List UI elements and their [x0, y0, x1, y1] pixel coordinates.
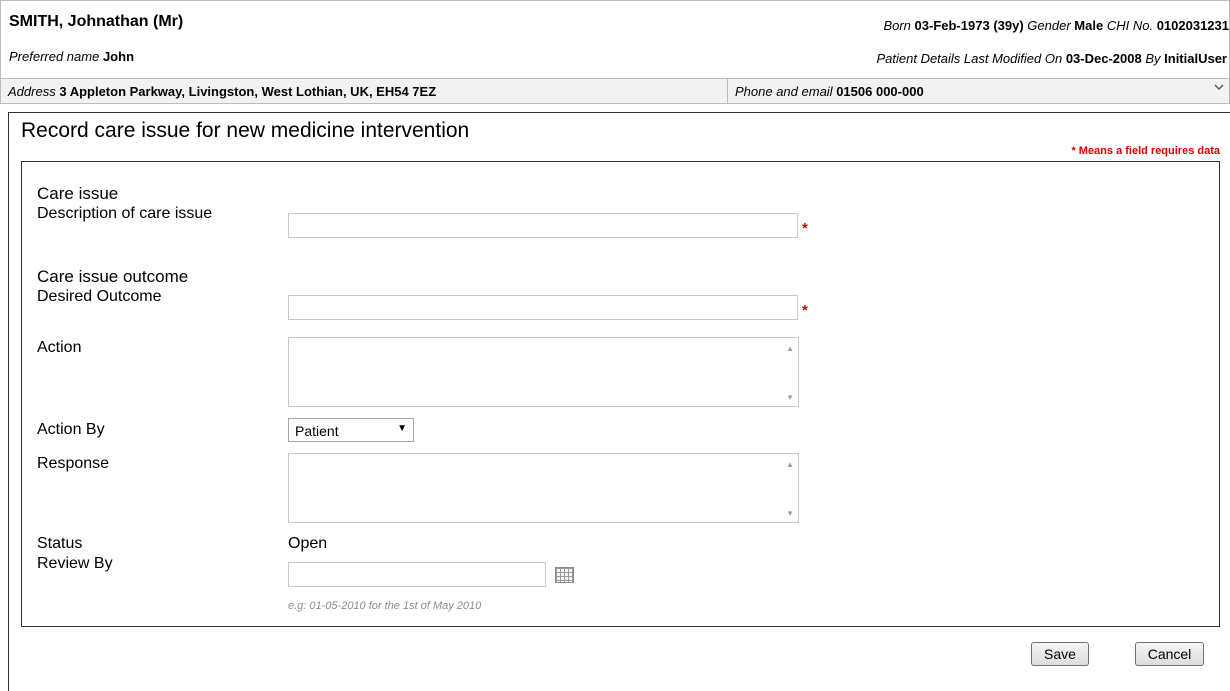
gender-label: Gender [1027, 18, 1071, 33]
description-input[interactable] [288, 213, 798, 238]
page-title: Record care issue for new medicine inter… [21, 119, 470, 142]
dropdown-arrow-icon: ▼ [397, 423, 407, 434]
chi-value: 0102031231 [1156, 18, 1229, 33]
desired-outcome-required-star: * [802, 302, 808, 319]
care-issue-form: Care issue Description of care issue * C… [21, 161, 1220, 627]
modified-by-value: InitialUser [1164, 51, 1227, 66]
address-divider [727, 79, 728, 103]
date-format-hint: e.g: 01-05-2010 for the 1st of May 2010 [288, 600, 482, 612]
modified-on-value: 03-Dec-2008 [1065, 51, 1142, 66]
action-label: Action [37, 339, 82, 356]
gender-value: Male [1074, 18, 1104, 33]
scroll-down-icon[interactable]: ▼ [786, 509, 794, 518]
phone-value: 01506 000-000 [836, 84, 924, 99]
review-by-input[interactable] [288, 562, 546, 587]
action-by-select[interactable]: Patient ▼ [288, 418, 414, 442]
care-issue-panel: Record care issue for new medicine inter… [8, 112, 1230, 691]
born-value: 03-Feb-1973 [914, 18, 990, 33]
calendar-icon[interactable] [555, 567, 574, 583]
preferred-name-value: John [102, 49, 135, 64]
modified-by-label: By [1145, 51, 1161, 66]
response-label: Response [37, 455, 110, 472]
desired-outcome-label: Desired Outcome [37, 288, 162, 305]
scroll-down-icon[interactable]: ▼ [786, 393, 794, 402]
chi-label: CHI No. [1106, 18, 1154, 33]
modified-label: Patient Details Last Modified On [876, 51, 1063, 66]
scroll-up-icon[interactable]: ▲ [786, 344, 794, 353]
address-label: Address [8, 84, 56, 99]
cancel-button[interactable]: Cancel [1135, 642, 1204, 666]
response-textarea[interactable]: ▲ ▼ [288, 453, 799, 523]
review-by-label: Review By [37, 555, 113, 572]
patient-name: SMITH, Johnathan (Mr) [9, 13, 184, 30]
description-label: Description of care issue [37, 205, 213, 222]
preferred-name: Preferred name John [9, 49, 134, 64]
last-modified: Patient Details Last Modified On 03-Dec-… [876, 51, 1227, 66]
born-label: Born [883, 18, 911, 33]
patient-demographics: Born 03-Feb-1973 (39y) Gender Male CHI N… [883, 18, 1229, 33]
description-required-star: * [802, 220, 808, 237]
preferred-name-label: Preferred name [9, 49, 100, 64]
action-textarea[interactable]: ▲ ▼ [288, 337, 799, 407]
status-label: Status [37, 535, 83, 552]
address: Address 3 Appleton Parkway, Livingston, … [8, 84, 436, 99]
status-value: Open [288, 535, 328, 552]
care-issue-outcome-heading: Care issue outcome [37, 267, 189, 286]
chevron-down-icon[interactable] [1213, 81, 1225, 96]
care-issue-heading: Care issue [37, 184, 119, 203]
scroll-up-icon[interactable]: ▲ [786, 460, 794, 469]
save-button[interactable]: Save [1031, 642, 1089, 666]
action-by-value: Patient [295, 423, 339, 439]
address-value: 3 Appleton Parkway, Livingston, West Lot… [59, 84, 437, 99]
required-note: * Means a field requires data [1071, 145, 1220, 157]
phone-email: Phone and email 01506 000-000 [735, 84, 924, 99]
desired-outcome-input[interactable] [288, 295, 798, 320]
phone-label: Phone and email [735, 84, 833, 99]
address-bar[interactable]: Address 3 Appleton Parkway, Livingston, … [0, 78, 1230, 104]
action-by-label: Action By [37, 421, 105, 438]
age-value: (39y) [993, 18, 1024, 33]
